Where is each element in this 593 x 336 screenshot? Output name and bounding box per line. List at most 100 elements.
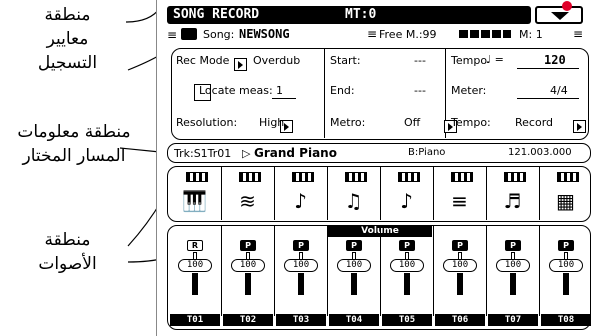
track-volume-value[interactable]: 100 — [549, 259, 583, 272]
track-volume-value[interactable]: 100 — [390, 259, 424, 272]
fader-connector — [193, 252, 197, 259]
volume-fader[interactable] — [563, 273, 569, 295]
track-label[interactable]: T03 — [276, 314, 326, 326]
volume-fader[interactable] — [351, 273, 357, 295]
meter-underline — [517, 98, 579, 99]
track-separator — [327, 167, 328, 220]
fader-connector — [405, 252, 409, 259]
volume-fader[interactable] — [404, 273, 410, 295]
metro-label: Metro: — [330, 116, 366, 129]
track-label[interactable]: T07 — [488, 314, 538, 326]
locate-value[interactable]: 1 — [276, 84, 283, 97]
track-mode-badge[interactable]: R — [187, 240, 203, 251]
volume-fader[interactable] — [298, 273, 304, 295]
track-volume-value[interactable]: 100 — [496, 259, 530, 272]
free-lines-icon: ≡ — [367, 27, 378, 41]
params-divider-1 — [324, 49, 325, 138]
track-label[interactable]: T06 — [435, 314, 485, 326]
synth-keyboard-icon[interactable]: ▦ — [541, 189, 590, 213]
tempo-value[interactable]: 120 — [544, 53, 566, 67]
track-label[interactable]: T08 — [541, 314, 591, 326]
track-id: Trk:S1Tr01 — [174, 147, 232, 160]
track-mode-badge[interactable]: P — [346, 240, 362, 251]
memory-bar-icon — [459, 30, 511, 38]
tempo-mode-button[interactable] — [573, 120, 587, 133]
song-icon — [181, 28, 197, 40]
track-label[interactable]: T01 — [170, 314, 220, 326]
start-value[interactable]: --- — [414, 54, 426, 67]
locate-underline — [272, 98, 296, 99]
chevron-down-icon — [551, 12, 569, 20]
resolution-value: High — [259, 116, 285, 129]
track-separator — [486, 226, 487, 316]
meter-value[interactable]: 4/4 — [550, 84, 568, 97]
title-bar: SONG RECORD MT:0 — [167, 6, 531, 24]
volume-fader[interactable] — [510, 273, 516, 295]
display-screen: SONG RECORD MT:0 ≡ Song: NEWSONG Free M.… — [156, 0, 593, 336]
tempo-mode-value: Record — [515, 116, 554, 129]
sounds-icon-pane: 🎹 ≋ ♪ ♫ ♪ ≡ ♬ ▦ — [167, 166, 591, 222]
piano-icon[interactable]: 🎹 — [170, 189, 219, 213]
strings-icon[interactable]: ≡ — [435, 189, 484, 213]
fader-connector — [511, 252, 515, 259]
track-volume-value[interactable]: 100 — [178, 259, 212, 272]
bass-guitar-icon[interactable]: ♬ — [488, 189, 537, 213]
volume-fader[interactable] — [192, 273, 198, 295]
fader-connector — [299, 252, 303, 259]
tempo-mode-label: Tempo: — [451, 116, 491, 129]
track-mode-badge[interactable]: P — [399, 240, 415, 251]
sound-arrow-icon: ▷ — [242, 147, 251, 160]
acoustic-guitar-icon[interactable]: ♪ — [276, 189, 325, 213]
saxophone-icon[interactable]: ♫ — [329, 189, 378, 213]
track-keyboard-indicator — [239, 172, 261, 182]
rec-mode-label: Rec Mode — [176, 54, 230, 67]
track-mode-badge[interactable]: P — [293, 240, 309, 251]
track-info-pane: Trk:S1Tr01 ▷ Grand Piano B:Piano 121.003… — [167, 143, 591, 163]
track-label[interactable]: T05 — [382, 314, 432, 326]
track-volume-value[interactable]: 100 — [443, 259, 477, 272]
song-name[interactable]: NEWSONG — [239, 27, 290, 41]
track-separator — [380, 226, 381, 316]
track-label[interactable]: T02 — [223, 314, 273, 326]
record-parameters-pane: Rec Mode Overdub Locate meas: 1 Resoluti… — [171, 48, 589, 140]
track-volume-value[interactable]: 100 — [337, 259, 371, 272]
mt-indicator: MT:0 — [345, 7, 377, 22]
tempo-label: Tempo — [451, 54, 488, 67]
page-title: SONG RECORD — [173, 7, 260, 22]
track-volume-value[interactable]: 100 — [231, 259, 265, 272]
track-volume-value[interactable]: 100 — [284, 259, 318, 272]
options-lines-icon[interactable]: ≡ — [573, 27, 583, 41]
volume-fader[interactable] — [245, 273, 251, 295]
menu-lines-icon[interactable]: ≡ — [167, 28, 177, 42]
track-keyboard-indicator — [398, 172, 420, 182]
harmonica-icon[interactable]: ≋ — [223, 189, 272, 213]
end-value[interactable]: --- — [414, 84, 426, 97]
track-mode-badge[interactable]: P — [558, 240, 574, 251]
song-label: Song: — [203, 28, 235, 41]
free-measures: Free M.:99 — [379, 28, 437, 41]
track-separator — [327, 226, 328, 316]
track-keyboard-indicator — [186, 172, 208, 182]
sound-name[interactable]: Grand Piano — [254, 146, 337, 160]
track-mode-badge[interactable]: P — [240, 240, 256, 251]
track-separator — [274, 226, 275, 316]
track-mode-badge[interactable]: P — [505, 240, 521, 251]
tempo-underline — [517, 68, 579, 69]
fader-connector — [352, 252, 356, 259]
page-menu-button[interactable] — [535, 6, 583, 24]
track-keyboard-indicator — [345, 172, 367, 182]
track-mode-badge[interactable]: P — [452, 240, 468, 251]
track-separator — [539, 226, 540, 316]
rec-mode-button[interactable] — [234, 58, 247, 71]
volume-fader[interactable] — [457, 273, 463, 295]
acoustic-guitar-icon[interactable]: ♪ — [382, 189, 431, 213]
mixer-pane: Volume R100T01P100T02P100T03P100T04P100T… — [167, 225, 591, 330]
locate-label: Locate meas: — [199, 84, 273, 97]
track-keyboard-indicator — [451, 172, 473, 182]
track-separator — [380, 167, 381, 220]
fader-connector — [564, 252, 568, 259]
song-info-row: ≡ Song: NEWSONG Free M.:99 ≡ M: 1 ≡ — [167, 27, 589, 43]
meter-label: Meter: — [451, 84, 487, 97]
track-label[interactable]: T04 — [329, 314, 379, 326]
track-separator — [221, 226, 222, 316]
